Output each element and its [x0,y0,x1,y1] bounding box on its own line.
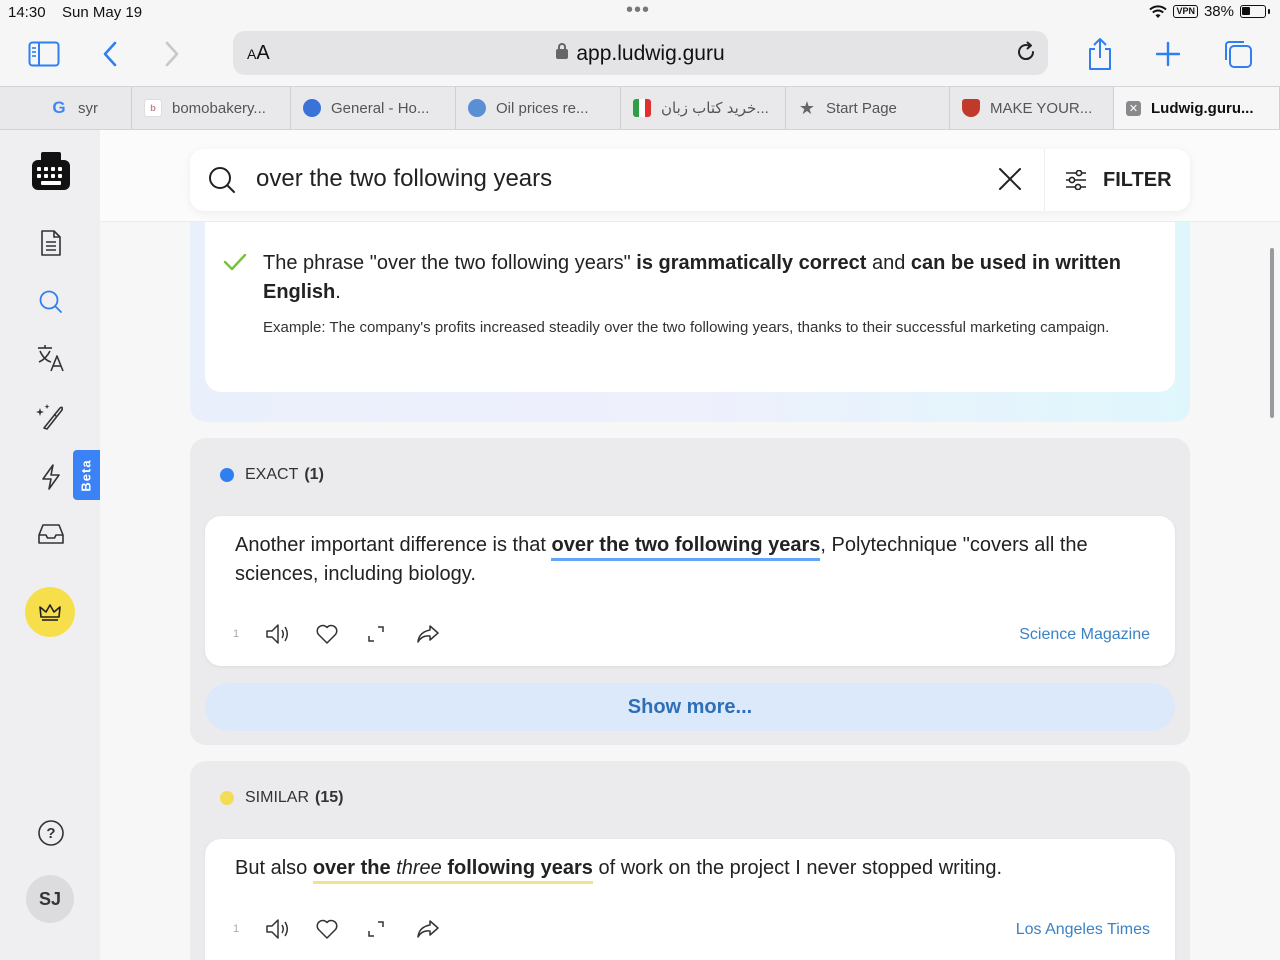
sidebar-toggle-icon[interactable] [24,34,64,74]
example-card: Another important difference is that ove… [205,516,1175,666]
similar-section: SIMILAR (15) But also over the three fol… [190,761,1190,960]
share-icon[interactable] [1080,34,1120,74]
similar-text: But also over the three following years … [235,854,1135,884]
document-icon[interactable] [30,222,72,264]
clear-search-icon[interactable] [998,167,1022,196]
balloon-icon [303,99,321,117]
vpn-badge: VPN [1173,5,1198,18]
bomobakery-icon: b [144,99,162,117]
address-bar[interactable]: AA app.ludwig.guru [233,31,1048,75]
status-bar: 14:30 Sun May 19 ••• VPN 38% [0,0,1280,26]
result-number: 1 [233,923,240,935]
search-bar[interactable]: over the two following years FILTER [190,149,1190,211]
exact-section: EXACT (1) Another important difference i… [190,438,1190,745]
beta-badge: Beta [73,450,100,500]
search-nav-icon[interactable] [30,281,72,323]
translate-icon[interactable] [30,337,72,379]
speaker-icon[interactable] [265,914,315,944]
reload-icon[interactable] [1014,40,1038,69]
close-tab-icon[interactable]: ✕ [1126,100,1141,116]
tab-persian-books[interactable]: خرید کتاب زبان... [621,87,786,129]
result-number: 1 [233,628,240,640]
url-text: app.ludwig.guru [576,42,725,65]
answer-panel: The phrase "over the two following years… [190,222,1190,422]
card-actions: 1 [233,619,465,649]
similar-dot [220,791,234,805]
app-sidebar: Beta ? SJ [0,130,100,960]
back-icon[interactable] [90,34,130,74]
battery-percent: 38% [1203,3,1234,20]
tab-make-your[interactable]: MAKE YOUR... [950,87,1114,129]
source-link[interactable]: Science Magazine [1019,626,1150,644]
search-icon [208,166,236,199]
new-tab-icon[interactable] [1148,34,1188,74]
answer-card: The phrase "over the two following years… [205,222,1175,392]
multitasking-dots-icon[interactable]: ••• [626,0,650,20]
flag-icon [633,99,651,117]
scrollbar[interactable] [1270,248,1274,418]
lock-icon [556,43,569,59]
tab-bar: G syr b bomobakery... General - Ho... Oi… [0,86,1280,130]
tab-ludwig[interactable]: ✕ Ludwig.guru... [1114,87,1280,129]
google-icon: G [52,98,66,117]
crown-icon [39,604,61,621]
filter-button[interactable]: FILTER [1044,149,1190,211]
tab-start-page[interactable]: ★ Start Page [786,87,950,129]
example-sentence: Example: The company's profits increased… [263,319,1110,336]
ludwig-logo-icon[interactable] [28,148,74,194]
forward-icon[interactable] [152,34,192,74]
example-text: Another important difference is that ove… [235,534,1088,585]
premium-crown-button[interactable] [25,587,75,637]
share-arrow-icon[interactable] [415,914,465,944]
inbox-icon[interactable] [30,513,72,555]
crest-icon [962,99,980,117]
status-right: VPN 38% [1149,3,1270,20]
similar-card-actions: 1 [233,914,465,944]
tab-overview-icon[interactable] [1218,34,1258,74]
expand-icon[interactable] [365,619,415,649]
search-header: over the two following years FILTER [100,130,1280,222]
grammar-verdict: The phrase "over the two following years… [263,252,1121,303]
main-content: over the two following years FILTER The … [100,130,1280,960]
help-button[interactable]: ? [30,812,72,854]
source-link[interactable]: Los Angeles Times [1016,921,1150,939]
tab-google[interactable]: G syr [0,87,132,129]
similar-header: SIMILAR (15) [220,789,343,807]
wifi-icon [1149,4,1168,18]
tab-oil-prices[interactable]: Oil prices re... [456,87,621,129]
exact-header: EXACT (1) [220,466,324,484]
browser-toolbar: AA app.ludwig.guru [0,26,1280,86]
exact-dot [220,468,234,482]
tab-general[interactable]: General - Ho... [291,87,456,129]
speaker-icon[interactable] [265,619,315,649]
checkmark-icon [223,252,247,277]
heart-icon[interactable] [315,914,365,944]
status-time: 14:30 [8,4,46,21]
tab-bomobakery[interactable]: b bomobakery... [132,87,291,129]
status-date: Sun May 19 [62,4,143,21]
lightning-icon[interactable] [30,456,72,498]
similar-card: But also over the three following years … [205,839,1175,960]
filter-sliders-icon [1066,170,1086,190]
battery-icon [1240,5,1266,18]
expand-icon[interactable] [365,914,415,944]
heart-icon[interactable] [315,619,365,649]
star-icon: ★ [798,97,816,118]
share-arrow-icon[interactable] [415,619,465,649]
search-input[interactable]: over the two following years [256,165,552,193]
user-avatar[interactable]: SJ [26,875,74,923]
magic-pen-icon[interactable] [30,396,72,438]
globe-icon [468,99,486,117]
show-more-button[interactable]: Show more... [205,683,1175,731]
